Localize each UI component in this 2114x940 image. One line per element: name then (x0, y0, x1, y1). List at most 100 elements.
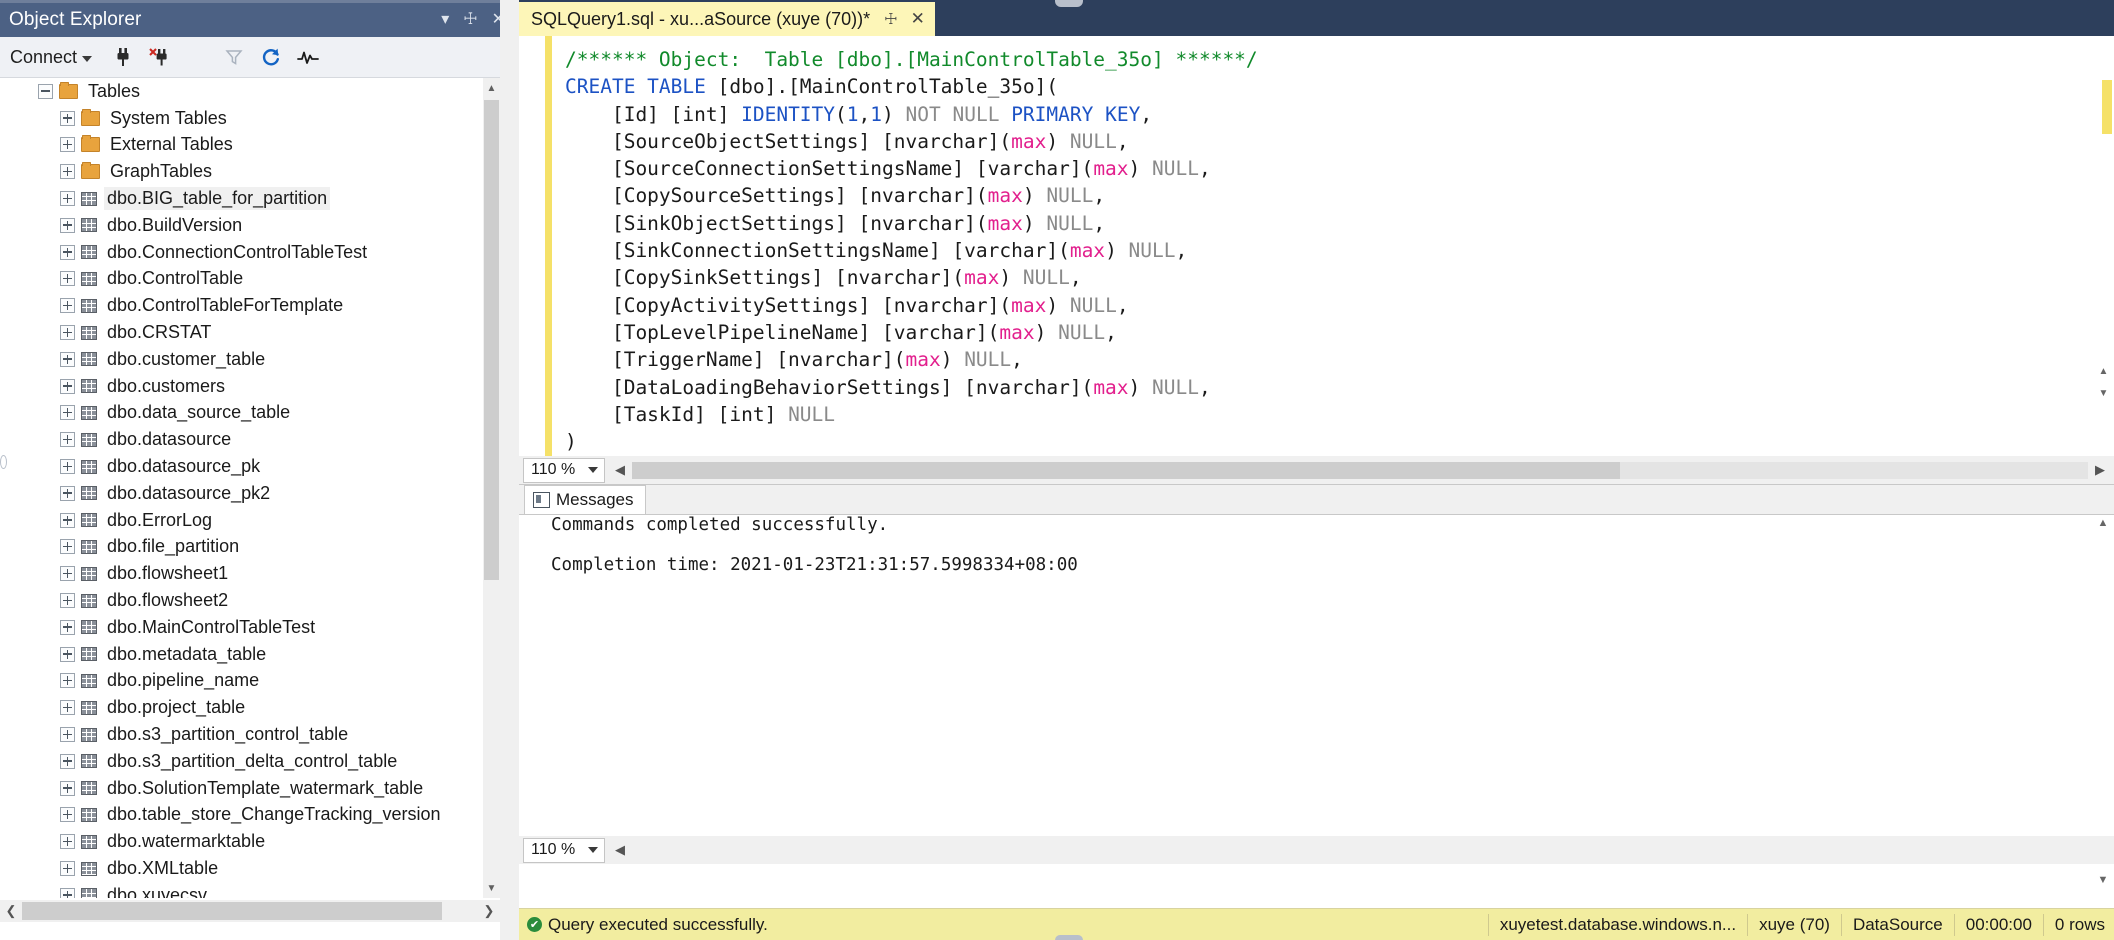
window-bottom-handle[interactable] (1055, 935, 1083, 940)
expand-icon[interactable] (60, 191, 75, 206)
tree-item[interactable]: dbo.CRSTAT (0, 319, 500, 346)
tree-item[interactable]: dbo.file_partition (0, 534, 500, 561)
expand-icon[interactable] (60, 861, 75, 876)
expand-icon[interactable] (60, 754, 75, 769)
tree-item[interactable]: dbo.ControlTable (0, 266, 500, 293)
tree-item[interactable]: External Tables (0, 132, 500, 159)
expand-icon[interactable] (60, 111, 75, 126)
tree-item[interactable]: dbo.metadata_table (0, 641, 500, 668)
expand-icon[interactable] (60, 673, 75, 688)
sql-code-editor[interactable]: /****** Object: Table [dbo].[MainControl… (519, 36, 2114, 456)
expand-icon[interactable] (60, 834, 75, 849)
scroll-left-button[interactable]: ◀ (610, 458, 630, 483)
scroll-up-button[interactable]: ▲ (483, 78, 500, 98)
tree-item[interactable]: dbo.ErrorLog (0, 507, 500, 534)
tree-item[interactable]: dbo.customers (0, 373, 500, 400)
expand-icon[interactable] (60, 566, 75, 581)
filter-icon[interactable] (223, 46, 245, 68)
expand-icon[interactable] (60, 271, 75, 286)
expand-icon[interactable] (60, 245, 75, 260)
tree-item[interactable]: dbo.table_store_ChangeTracking_version (0, 802, 500, 829)
close-icon[interactable]: ✕ (911, 9, 925, 29)
tree-item[interactable]: dbo.pipeline_name (0, 668, 500, 695)
tree-item[interactable]: dbo.BIG_table_for_partition (0, 185, 500, 212)
scroll-down-button[interactable]: ▼ (2095, 388, 2112, 404)
scroll-right-button[interactable]: ❯ (478, 900, 500, 922)
scroll-up-button[interactable]: ▲ (2095, 366, 2112, 382)
tree-item[interactable]: dbo.flowsheet2 (0, 587, 500, 614)
disconnect-plug-icon[interactable] (149, 46, 171, 68)
chevron-down-icon[interactable]: ▾ (441, 12, 449, 28)
scroll-left-button[interactable]: ◀ (610, 838, 630, 863)
tree-item[interactable]: dbo.watermarktable (0, 828, 500, 855)
object-explorer-vertical-scrollbar[interactable]: ▲ ▼ (483, 78, 500, 898)
tree-item[interactable]: dbo.xuyecsv (0, 882, 500, 898)
tree-item[interactable]: dbo.SolutionTemplate_watermark_table (0, 775, 500, 802)
connect-button[interactable]: Connect (10, 47, 92, 68)
scrollbar-thumb-horizontal[interactable] (22, 902, 442, 920)
expand-icon[interactable] (60, 218, 75, 233)
tree-item[interactable]: dbo.XMLtable (0, 855, 500, 882)
tree-item[interactable]: Tables (0, 78, 500, 105)
expand-icon[interactable] (60, 432, 75, 447)
connect-plug-icon[interactable] (112, 46, 134, 68)
editor-horizontal-scrollbar[interactable]: ◀ ▶ (610, 458, 2114, 483)
tree-item[interactable]: dbo.datasource_pk2 (0, 480, 500, 507)
expand-icon[interactable] (60, 137, 75, 152)
sql-code-text[interactable]: /****** Object: Table [dbo].[MainControl… (565, 46, 1258, 455)
expand-icon[interactable] (60, 405, 75, 420)
collapse-icon[interactable] (38, 84, 53, 99)
expand-icon[interactable] (60, 459, 75, 474)
scroll-left-button[interactable]: ❮ (0, 900, 22, 922)
activity-monitor-icon[interactable] (297, 46, 319, 68)
results-horizontal-scrollbar[interactable]: ◀ (610, 838, 2114, 863)
scroll-up-button[interactable]: ▲ (2094, 517, 2112, 534)
expand-icon[interactable] (60, 807, 75, 822)
panel-splitter[interactable] (500, 0, 519, 940)
expand-icon[interactable] (60, 593, 75, 608)
scrollbar-thumb[interactable] (632, 462, 1620, 479)
expand-icon[interactable] (60, 700, 75, 715)
expand-icon[interactable] (60, 513, 75, 528)
tree-item[interactable]: dbo.project_table (0, 694, 500, 721)
tab-sqlquery1[interactable]: SQLQuery1.sql - xu...aSource (xuye (70))… (519, 2, 935, 36)
tree-item[interactable]: dbo.datasource_pk (0, 453, 500, 480)
expand-icon[interactable] (60, 352, 75, 367)
pin-icon[interactable]: ☩ (463, 12, 477, 28)
stop-icon[interactable] (186, 46, 208, 68)
tree-item[interactable]: System Tables (0, 105, 500, 132)
tree-item[interactable]: dbo.ControlTableForTemplate (0, 292, 500, 319)
expand-icon[interactable] (60, 727, 75, 742)
results-zoom-select[interactable]: 110 % (523, 838, 605, 863)
pin-icon[interactable]: ☩ (884, 10, 897, 28)
tree-item[interactable]: dbo.s3_partition_control_table (0, 721, 500, 748)
scroll-right-button[interactable]: ▶ (2090, 458, 2110, 483)
expand-icon[interactable] (60, 620, 75, 635)
expand-icon[interactable] (60, 325, 75, 340)
editor-zoom-select[interactable]: 110 % (523, 458, 605, 483)
expand-icon[interactable] (60, 379, 75, 394)
expand-icon[interactable] (60, 888, 75, 898)
tree-item[interactable]: GraphTables (0, 158, 500, 185)
tree-item[interactable]: dbo.BuildVersion (0, 212, 500, 239)
scroll-down-button[interactable]: ▼ (483, 878, 500, 898)
panel-resize-handle[interactable] (0, 455, 7, 469)
tree-item[interactable]: dbo.data_source_table (0, 400, 500, 427)
tree-item[interactable]: dbo.flowsheet1 (0, 560, 500, 587)
tree-item[interactable]: dbo.ConnectionControlTableTest (0, 239, 500, 266)
tree-item[interactable]: dbo.customer_table (0, 346, 500, 373)
expand-icon[interactable] (60, 647, 75, 662)
expand-icon[interactable] (60, 539, 75, 554)
object-explorer-horizontal-scrollbar[interactable]: ❮ ❯ (0, 900, 500, 922)
tree-item[interactable]: dbo.s3_partition_delta_control_table (0, 748, 500, 775)
window-top-handle[interactable] (1055, 0, 1083, 7)
expand-icon[interactable] (60, 781, 75, 796)
expand-icon[interactable] (60, 486, 75, 501)
scroll-down-button[interactable]: ▼ (2094, 874, 2112, 891)
tab-messages[interactable]: Messages (524, 485, 646, 514)
refresh-icon[interactable] (260, 46, 282, 68)
expand-icon[interactable] (60, 164, 75, 179)
expand-icon[interactable] (60, 298, 75, 313)
scrollbar-thumb[interactable] (484, 100, 499, 580)
tree-item[interactable]: dbo.MainControlTableTest (0, 614, 500, 641)
